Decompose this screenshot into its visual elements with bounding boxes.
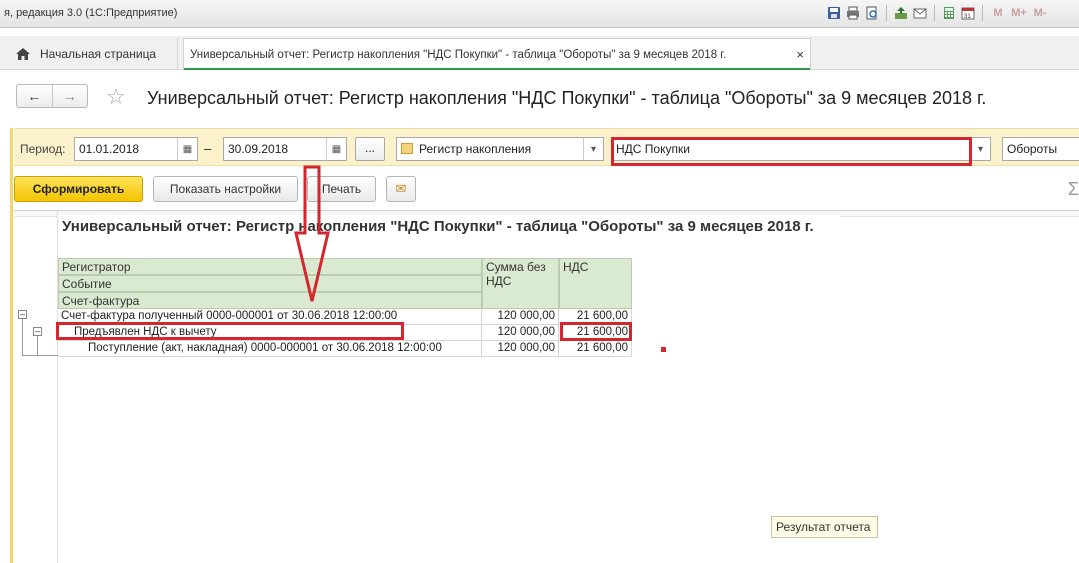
tab-home-label: Начальная страница xyxy=(40,47,157,61)
calendar-icon[interactable]: 31 xyxy=(960,5,976,21)
tree-line xyxy=(22,319,23,355)
chevron-down-icon[interactable]: ▾ xyxy=(583,138,603,160)
save-icon[interactable] xyxy=(826,5,842,21)
tree-line xyxy=(37,336,38,355)
favorite-star-icon[interactable]: ☆ xyxy=(106,84,126,110)
chevron-down-icon[interactable]: ▾ xyxy=(970,138,990,160)
period-label: Период: xyxy=(20,142,66,156)
table-cell-vat: 21 600,00 xyxy=(559,341,632,357)
sum-icon[interactable]: Σ xyxy=(1068,179,1079,200)
titlebar-toolbar: 31 M M+ M- xyxy=(826,5,1049,21)
calendar-icon[interactable]: ▦ xyxy=(177,138,197,160)
annotation-highlight-vat xyxy=(560,322,632,341)
report-spreadsheet[interactable]: Универсальный отчет: Регистр накопления … xyxy=(14,210,1079,563)
tab-home[interactable]: Начальная страница xyxy=(8,38,178,70)
table-cell-sum: 120 000,00 xyxy=(482,341,559,357)
generate-button[interactable]: Сформировать xyxy=(14,176,143,202)
header-invoice: Счет-фактура xyxy=(58,292,482,309)
memory-store-button[interactable]: M xyxy=(989,5,1007,21)
calculator-icon[interactable] xyxy=(941,5,957,21)
table-cell-sum: 120 000,00 xyxy=(482,325,559,341)
window-titlebar: я, редакция 3.0 (1С:Предприятие) 31 M M+… xyxy=(0,0,1079,28)
memory-subtract-button[interactable]: M- xyxy=(1031,5,1049,21)
report-title: Универсальный отчет: Регистр накопления … xyxy=(58,215,840,259)
send-mail-button[interactable]: ✉ xyxy=(386,176,416,202)
home-icon xyxy=(16,48,30,60)
table-value: Обороты xyxy=(1007,142,1058,156)
period-dash: – xyxy=(204,141,212,156)
report-toolbar: Сформировать Показать настройки Печать ✉… xyxy=(14,176,1079,204)
tooltip: Результат отчета xyxy=(771,516,878,538)
annotation-dot xyxy=(661,347,666,352)
export-icon[interactable] xyxy=(893,5,909,21)
print-icon[interactable] xyxy=(845,5,861,21)
mail-icon[interactable] xyxy=(912,5,928,21)
forward-arrow-icon[interactable]: → xyxy=(53,85,88,107)
tab-bar: Начальная страница Универсальный отчет: … xyxy=(0,36,1079,70)
header-registrator: Регистратор xyxy=(58,258,482,275)
annotation-highlight-register xyxy=(611,137,972,166)
table-select[interactable]: Обороты xyxy=(1002,137,1079,161)
annotation-highlight-event xyxy=(56,322,404,340)
tree-line xyxy=(22,355,58,356)
date-to-field[interactable]: 30.09.2018 ▦ xyxy=(223,137,347,161)
tab-report-label: Универсальный отчет: Регистр накопления … xyxy=(190,48,727,61)
source-type-value: Регистр накопления xyxy=(419,142,532,156)
collapse-icon[interactable]: – xyxy=(18,310,27,319)
form-left-accent xyxy=(10,128,13,563)
header-sum-without-vat: Сумма без НДС xyxy=(482,258,559,309)
toolbar-separator xyxy=(934,5,935,21)
register-icon xyxy=(401,143,413,154)
preview-icon[interactable] xyxy=(864,5,880,21)
header-vat: НДС xyxy=(559,258,632,309)
table-row-label: Поступление (акт, накладная) 0000-000001… xyxy=(58,341,482,357)
show-settings-button[interactable]: Показать настройки xyxy=(153,176,298,202)
table-cell-sum: 120 000,00 xyxy=(482,309,559,325)
header-event: Событие xyxy=(58,275,482,292)
source-type-select[interactable]: Регистр накопления ▾ xyxy=(396,137,604,161)
active-tab-indicator xyxy=(184,68,810,70)
date-from-field[interactable]: 01.01.2018 ▦ xyxy=(74,137,198,161)
page-header: ← → ☆ Универсальный отчет: Регистр накоп… xyxy=(0,80,1079,118)
navigation-buttons: ← → xyxy=(16,84,88,108)
toolbar-separator xyxy=(886,5,887,21)
date-from-value: 01.01.2018 xyxy=(79,142,140,156)
calendar-icon[interactable]: ▦ xyxy=(326,138,346,160)
collapse-icon[interactable]: – xyxy=(33,327,42,336)
annotation-arrow-icon xyxy=(294,165,330,302)
memory-add-button[interactable]: M+ xyxy=(1010,5,1028,21)
tab-report[interactable]: Универсальный отчет: Регистр накопления … xyxy=(183,38,811,70)
back-arrow-icon[interactable]: ← xyxy=(17,85,53,107)
toolbar-separator xyxy=(982,5,983,21)
date-to-value: 30.09.2018 xyxy=(228,142,289,156)
close-icon[interactable]: × xyxy=(796,47,804,62)
svg-text:31: 31 xyxy=(964,14,971,20)
period-select-button[interactable]: ... xyxy=(355,137,385,161)
app-title: я, редакция 3.0 (1С:Предприятие) xyxy=(4,7,178,19)
page-title: Универсальный отчет: Регистр накопления … xyxy=(147,88,987,108)
envelope-icon: ✉ xyxy=(395,181,407,196)
